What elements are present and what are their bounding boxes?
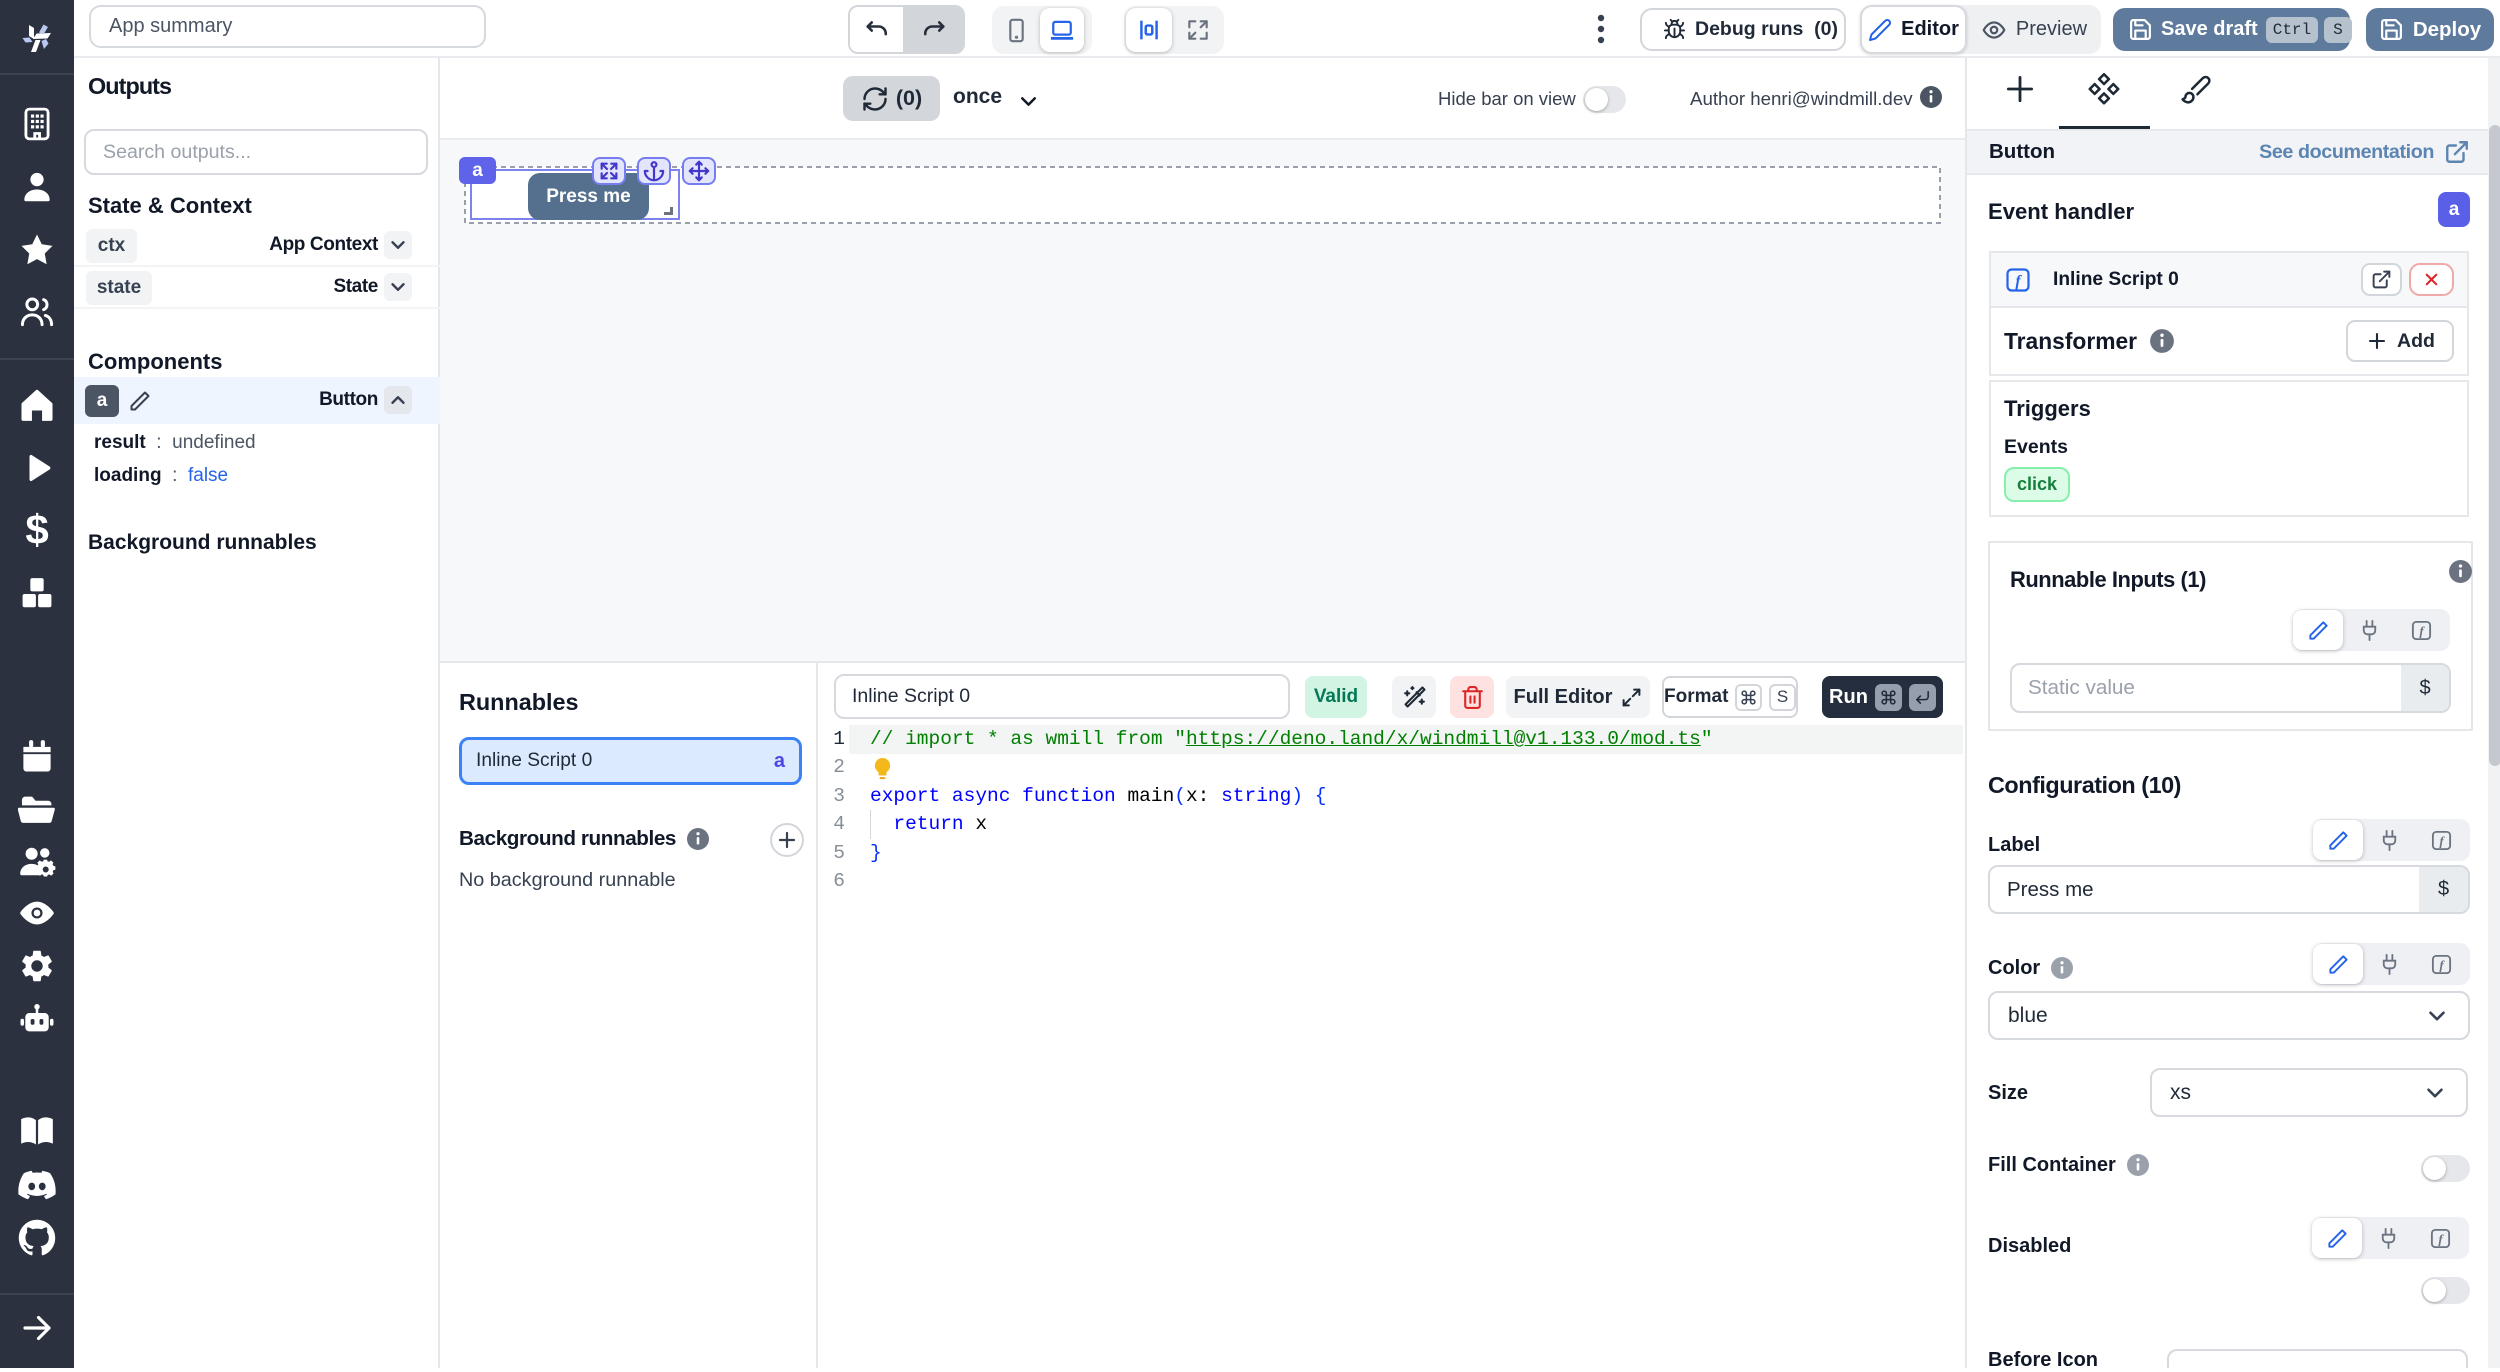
svg-text:f: f <box>2439 957 2445 972</box>
svg-text:f: f <box>2419 623 2425 638</box>
svg-text:f: f <box>2438 1231 2444 1246</box>
svg-text:f: f <box>2439 833 2445 848</box>
svg-text:f: f <box>2015 272 2022 289</box>
